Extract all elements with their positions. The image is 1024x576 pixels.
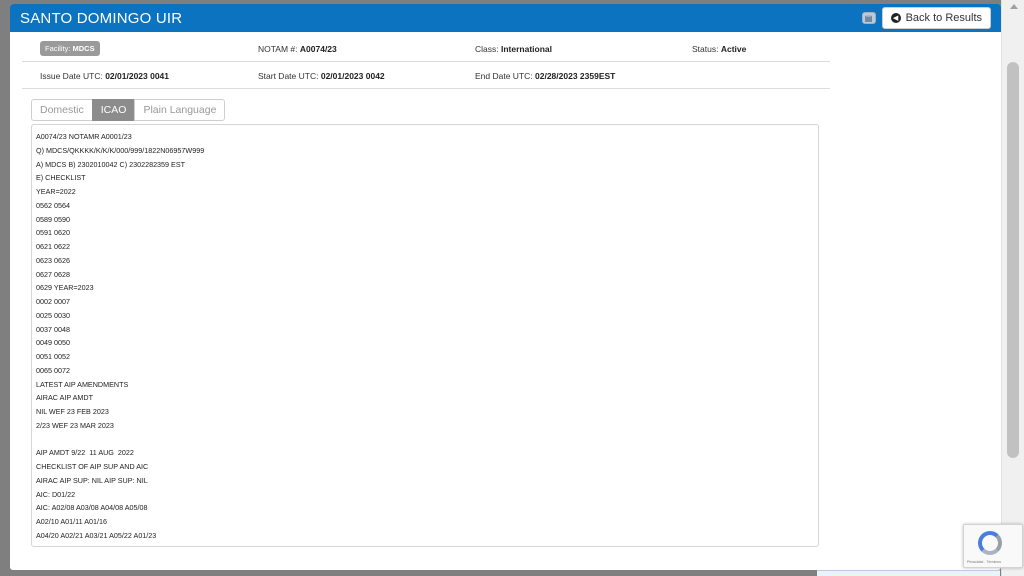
end-value: 02/28/2023 2359EST <box>535 70 616 81</box>
notam-line: 0049 0050 <box>36 338 70 348</box>
status-label: Status: <box>692 43 719 54</box>
notam-line: 0591 0620 <box>36 228 70 238</box>
notam-label: NOTAM #: <box>258 43 298 54</box>
tab-plain-language[interactable]: Plain Language <box>134 99 226 121</box>
status-value: Active <box>720 43 747 54</box>
notam-line: AIRAC AIP SUP: NIL AIP SUP: NIL <box>36 475 148 485</box>
issue-label: Issue Date UTC: <box>40 70 103 81</box>
notam-line: 0002 0007 <box>36 297 70 306</box>
notam-line: NIL WEF 23 FEB 2023 <box>36 407 109 416</box>
notam-line: 0589 0590 <box>36 214 70 224</box>
notam-line: YEAR=2022 <box>36 187 76 196</box>
notam-info-row-2: Issue Date UTC: 02/01/2023 0041 Start Da… <box>22 63 830 89</box>
tab-icao[interactable]: ICAO <box>91 99 136 121</box>
recaptcha-badge[interactable]: Privacidad - Términos <box>963 524 1023 568</box>
notam-line <box>36 433 818 447</box>
notam-line: 0562 0564 <box>36 200 70 210</box>
circle-arrow-left-icon: ◀ <box>890 13 901 23</box>
notam-line: 0627 0628 <box>36 269 70 279</box>
recaptcha-icon <box>978 531 1002 555</box>
scrollbar-thumb[interactable] <box>1007 62 1019 458</box>
start-value: 02/01/2023 0042 <box>320 70 385 81</box>
notam-value: A0074/23 <box>299 43 337 54</box>
class-label: Class: <box>475 43 499 54</box>
notam-line: A0074/23 NOTAMR A0001/23 <box>36 132 132 141</box>
notam-line: 0621 0622 <box>36 242 70 251</box>
notam-line: 0065 0072 <box>36 365 70 375</box>
format-tabs: Domestic ICAO Plain Language <box>31 99 226 121</box>
notam-line: 2/23 WEF 23 MAR 2023 <box>36 420 114 430</box>
recaptcha-text: Privacidad - Términos <box>967 560 1001 564</box>
scroll-up-arrow-icon[interactable] <box>1010 4 1018 9</box>
back-button-label: Back to Results <box>905 12 982 24</box>
notam-text-panel: A0074/23 NOTAMR A0001/23 Q) MDCS/QKKKK/K/… <box>31 124 819 547</box>
notam-status: Status: Active <box>692 44 746 54</box>
notam-line: 0025 0030 <box>36 310 70 320</box>
page-scrollbar[interactable] <box>1001 0 1024 576</box>
notam-line: 0623 0626 <box>36 255 70 265</box>
notam-line: E) CHECKLIST <box>36 173 86 183</box>
notam-number: NOTAM #: A0074/23 <box>258 44 337 54</box>
page-title: SANTO DOMINGO UIR <box>20 9 183 27</box>
print-icon[interactable]: ▤ <box>861 12 876 24</box>
issue-value: 02/01/2023 0041 <box>105 70 170 81</box>
notam-line: 0051 0052 <box>36 352 70 361</box>
notam-line: A02/10 A01/11 A01/16 <box>36 517 108 526</box>
back-to-results-button[interactable]: ◀ Back to Results <box>881 7 991 29</box>
start-date: Start Date UTC: 02/01/2023 0042 <box>258 71 385 81</box>
tab-domestic[interactable]: Domestic <box>31 99 93 121</box>
start-label: Start Date UTC: <box>258 70 319 81</box>
notam-line: AIC: D01/22 <box>36 489 76 499</box>
issue-date: Issue Date UTC: 02/01/2023 0041 <box>40 71 169 81</box>
header-actions: ▤ ◀ Back to Results <box>861 7 991 29</box>
notam-line: LATEST AIP AMENDMENTS <box>36 379 129 389</box>
notam-line: A) MDCS B) 2302010042 C) 2302282359 EST <box>36 159 186 169</box>
notam-line: Q) MDCS/QKKKK/K/K/K/000/999/1822N06957W9… <box>36 145 205 155</box>
notam-line: A04/20 A02/21 A03/21 A05/22 A01/23 <box>36 530 157 540</box>
notam-line: CHECKLIST OF AIP SUP AND AIC <box>36 462 149 471</box>
notam-line: AIP AMDT 9/22 11 AUG 2022 <box>36 448 134 458</box>
notam-info-row-1: Facility: MDCS NOTAM #: A0074/23 Class: … <box>22 36 830 62</box>
notam-line: AIC: A02/08 A03/08 A04/08 A05/08 <box>36 503 148 513</box>
notam-line: AIRAC AIP AMDT <box>36 393 93 403</box>
facility-value: MDCS <box>72 44 95 53</box>
class-value: International <box>501 43 553 54</box>
facility-label: Facility: <box>45 44 71 53</box>
bottom-strip <box>817 570 1000 576</box>
notam-detail-modal: SANTO DOMINGO UIR ▤ ◀ Back to Results Fa… <box>10 4 1001 570</box>
notam-class: Class: International <box>475 44 552 54</box>
end-label: End Date UTC: <box>475 70 533 81</box>
facility-badge: Facility: MDCS <box>40 41 100 56</box>
notam-line: 0037 0048 <box>36 324 70 334</box>
modal-header: SANTO DOMINGO UIR ▤ ◀ Back to Results <box>10 4 1001 32</box>
end-date: End Date UTC: 02/28/2023 2359EST <box>475 71 615 81</box>
notam-line: 0629 YEAR=2023 <box>36 283 94 293</box>
